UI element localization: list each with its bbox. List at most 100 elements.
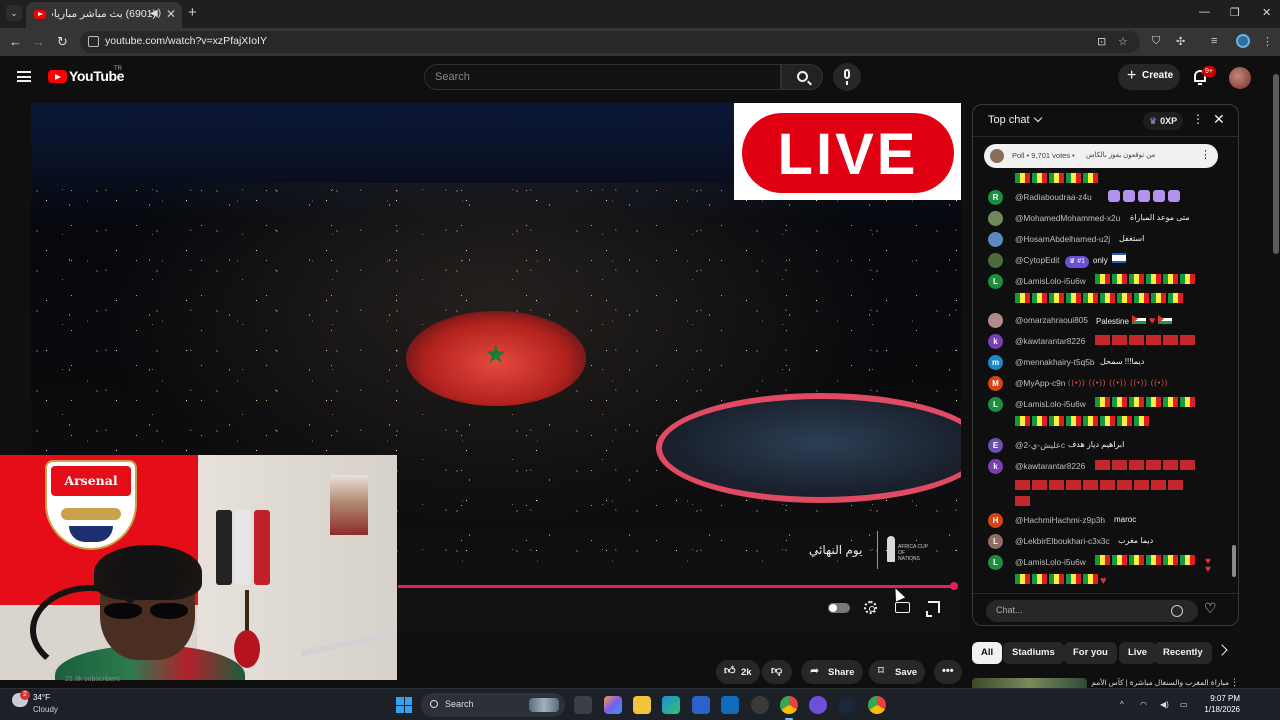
install-app-icon[interactable]: ⊡ xyxy=(1097,35,1106,48)
username[interactable]: @HosamAbdelhamed-u2j xyxy=(1015,234,1110,244)
pinned-poll[interactable]: Poll • 9,701 votes • من توقعون يفوز بالك… xyxy=(984,144,1218,168)
heart-reaction-icon[interactable]: ♡ xyxy=(1204,601,1217,615)
user-avatar[interactable]: E xyxy=(988,438,1003,453)
reload-icon[interactable]: ↻ xyxy=(57,34,68,50)
user-avatar[interactable]: M xyxy=(988,376,1003,391)
more-actions-button[interactable]: ••• xyxy=(934,660,962,684)
clock-time[interactable]: 9:07 PM xyxy=(1200,694,1240,703)
chip-live[interactable]: Live xyxy=(1119,642,1157,664)
dislike-button[interactable]: 👎︎ xyxy=(762,660,792,684)
recommended-more-icon[interactable]: ⋮ xyxy=(1230,677,1239,688)
chip-all[interactable]: All xyxy=(972,642,1003,664)
chrome-profile-icon[interactable] xyxy=(868,696,886,714)
bookmark-star-icon[interactable]: ☆ xyxy=(1118,35,1128,48)
search-input[interactable]: Search xyxy=(424,64,781,90)
like-button[interactable]: 👍︎ 2k xyxy=(716,660,760,684)
username[interactable]: @MyApp-c9n xyxy=(1015,378,1065,388)
video-progress-bar[interactable] xyxy=(398,585,954,588)
youtube-logo-icon[interactable] xyxy=(48,70,67,83)
file-explorer-icon[interactable] xyxy=(633,696,651,714)
restore-icon[interactable]: ❐ xyxy=(1230,6,1240,19)
taskbar-search[interactable]: Search xyxy=(421,693,565,717)
save-button[interactable]: ⌑ Save xyxy=(869,660,925,684)
voice-search-button[interactable] xyxy=(833,63,861,91)
user-avatar[interactable]: L xyxy=(988,555,1003,570)
tab-search-button[interactable]: ⌄ xyxy=(6,5,22,21)
settings-gear-icon[interactable] xyxy=(864,601,877,614)
outlook-icon[interactable] xyxy=(721,696,739,714)
username[interactable]: @LamisLolo-i5u6w xyxy=(1015,399,1086,409)
username[interactable]: @kawtarantar8226 xyxy=(1015,461,1085,471)
copilot-icon[interactable] xyxy=(604,696,622,714)
emoji-picker-icon[interactable] xyxy=(1171,605,1183,617)
extensions-icon[interactable]: ✣ xyxy=(1176,35,1185,48)
create-button[interactable]: + Create xyxy=(1118,64,1180,90)
browser-tab-active[interactable]: (6901) بث مباشر مباريات الي... ◀) ✕ xyxy=(26,2,182,28)
username[interactable]: @kawtarantar8226 xyxy=(1015,336,1085,346)
tray-chevron-icon[interactable]: ^ xyxy=(1120,700,1124,709)
chips-next-chevron-icon[interactable] xyxy=(1216,644,1228,656)
username[interactable]: @LamisLolo-i5u6w xyxy=(1015,557,1086,567)
username[interactable]: @omarzahraoui805 xyxy=(1015,315,1088,325)
edge-icon[interactable] xyxy=(662,696,680,714)
username[interactable]: @Radiaboudraa-z4u xyxy=(1015,192,1092,202)
progress-scrubber[interactable] xyxy=(950,582,958,590)
username[interactable]: @HachmiHachmi-z9p3h xyxy=(1015,515,1105,525)
xp-badge[interactable]: ♛ 0XP xyxy=(1143,112,1184,130)
user-avatar[interactable]: L xyxy=(988,274,1003,289)
media-controls-icon[interactable]: ≡ xyxy=(1211,35,1217,47)
tab-audio-icon[interactable]: ◀) xyxy=(150,8,161,19)
shield-extension-icon[interactable]: ⛉ xyxy=(1152,35,1160,48)
search-button[interactable] xyxy=(781,64,823,90)
window-close-icon[interactable]: ✕ xyxy=(1262,6,1271,19)
poll-more-icon[interactable]: ⋮ xyxy=(1200,148,1211,161)
page-scrollbar-thumb[interactable] xyxy=(1273,74,1279,254)
username[interactable]: @mennakhairy-t5q5b xyxy=(1015,357,1094,367)
wifi-icon[interactable]: ◠ xyxy=(1140,700,1147,709)
chrome-icon[interactable] xyxy=(780,696,798,714)
new-tab-button[interactable]: + xyxy=(188,5,197,20)
user-avatar[interactable]: H xyxy=(988,513,1003,528)
user-avatar[interactable]: L xyxy=(988,534,1003,549)
forward-icon[interactable]: → xyxy=(32,34,45,49)
account-avatar[interactable] xyxy=(1229,67,1251,89)
user-avatar[interactable]: k xyxy=(988,334,1003,349)
username[interactable]: @MohamedMohammed-x2u xyxy=(1015,213,1120,223)
recommended-video-title[interactable]: مباراة المغرب والسنغال مباشرة | كأس الأم… xyxy=(1089,678,1229,687)
chat-input[interactable]: Chat... xyxy=(986,600,1198,622)
windows-start-icon[interactable] xyxy=(396,697,412,713)
guide-menu-icon[interactable] xyxy=(17,71,31,82)
username[interactable]: @عليش-ي-2c xyxy=(1015,440,1065,450)
app-icon-purple[interactable] xyxy=(809,696,827,714)
theater-mode-icon[interactable] xyxy=(895,602,910,613)
minimize-icon[interactable]: — xyxy=(1199,6,1210,18)
fullscreen-icon[interactable] xyxy=(926,601,940,617)
share-button[interactable]: ➦ Share xyxy=(801,660,863,684)
volume-icon[interactable]: ◀) xyxy=(1160,700,1169,709)
task-view-icon[interactable] xyxy=(574,696,592,714)
clock-date[interactable]: 1/18/2026 xyxy=(1200,705,1240,714)
battery-icon[interactable]: ▭ xyxy=(1180,700,1188,709)
user-avatar[interactable]: m xyxy=(988,355,1003,370)
user-avatar[interactable]: L xyxy=(988,397,1003,412)
browser-menu-icon[interactable]: ⋮ xyxy=(1262,35,1273,48)
store-icon[interactable] xyxy=(692,696,710,714)
username[interactable]: @LekbirElboukhari-c3x3c xyxy=(1015,536,1110,546)
username[interactable]: @CytopEdit xyxy=(1015,255,1059,265)
address-bar[interactable]: youtube.com/watch?v=xzPfajXIoIY xyxy=(80,31,1140,53)
steam-icon[interactable] xyxy=(838,696,856,714)
close-chat-icon[interactable]: ✕ xyxy=(1213,112,1225,126)
weather-temperature[interactable]: 34°F xyxy=(33,693,50,702)
user-avatar[interactable]: k xyxy=(988,459,1003,474)
tab-close-icon[interactable]: ✕ xyxy=(166,7,176,21)
chat-scrollbar[interactable] xyxy=(1231,141,1237,587)
user-avatar[interactable]: R xyxy=(988,190,1003,205)
back-icon[interactable]: ← xyxy=(9,34,22,49)
site-info-icon[interactable] xyxy=(88,36,99,47)
chat-message-list[interactable]: R @Radiaboudraa-z4u @MohamedMohammed-x2u… xyxy=(973,168,1231,593)
chip-for-you[interactable]: For you xyxy=(1064,642,1117,664)
chip-recently[interactable]: Recently xyxy=(1154,642,1212,664)
username[interactable]: @LamisLolo-i5u6w xyxy=(1015,276,1086,286)
weather-condition[interactable]: Cloudy xyxy=(33,705,58,714)
browser-profile-icon[interactable] xyxy=(1236,34,1250,48)
